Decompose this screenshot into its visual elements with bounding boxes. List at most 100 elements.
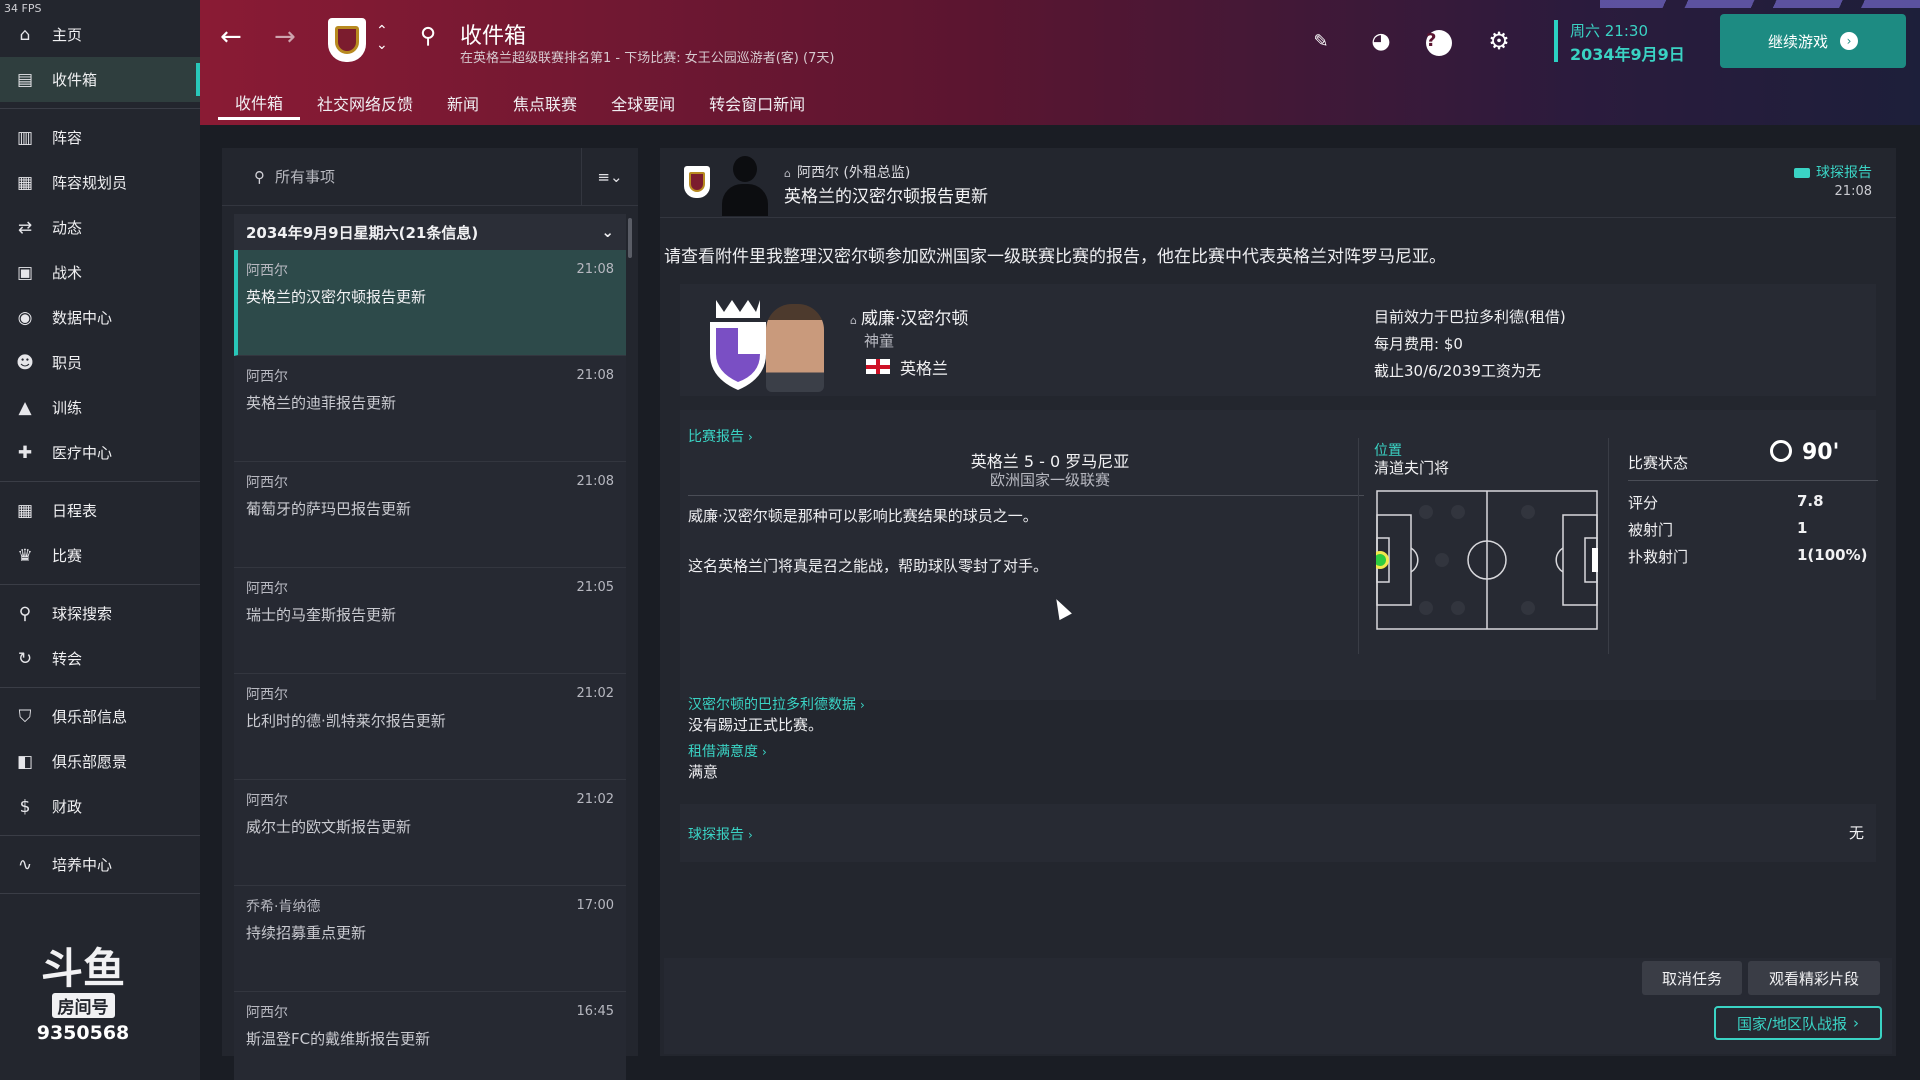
stat-row: 评分 7.8 xyxy=(1628,492,1878,513)
message-subject: 瑞士的马奎斯报告更新 xyxy=(246,606,397,624)
loan-satisfaction-link[interactable]: 租借满意度 › xyxy=(688,741,865,761)
logo-glyph: 斗鱼 xyxy=(40,944,125,993)
match-report-link[interactable]: 比赛报告 › xyxy=(688,426,753,446)
stat-value: 1(100%) xyxy=(1797,546,1868,564)
scout-report-value: 无 xyxy=(1848,824,1864,842)
message-subject: 英格兰的迪菲报告更新 xyxy=(246,394,397,412)
club-crest-icon[interactable] xyxy=(328,18,366,62)
nav-group: ∿ 培养中心 xyxy=(0,836,200,894)
list-filter-menu-icon[interactable]: ≡⌄ xyxy=(582,168,638,186)
sidebar-item-label: 财政 xyxy=(52,798,83,816)
watch-highlights-button[interactable]: 观看精彩片段 xyxy=(1748,961,1880,995)
national-team-report-button[interactable]: 国家/地区队战报 › xyxy=(1714,1006,1882,1040)
inbox-icon: ▤ xyxy=(16,69,34,90)
edit-pencil-icon[interactable]: ✎ xyxy=(1304,24,1338,58)
chevron-down-icon: ⌄ xyxy=(601,223,614,241)
list-scrollbar[interactable] xyxy=(628,218,632,258)
sidebar-item[interactable]: ▦ 阵容规划员 xyxy=(0,160,200,205)
chevron-right-icon: › xyxy=(860,698,865,712)
loan-satisfaction-text: 满意 xyxy=(688,763,719,781)
tab[interactable]: 转会窗口新闻 xyxy=(692,86,822,120)
loan-section: 汉密尔顿的巴拉多利德数据 › 没有踢过正式比赛。 租借满意度 › 满意 xyxy=(688,694,865,782)
sidebar-item-label: 职员 xyxy=(52,354,83,372)
loan-club-stats-link[interactable]: 汉密尔顿的巴拉多利德数据 › xyxy=(688,694,865,714)
social-globe-icon[interactable]: ◕ xyxy=(1364,24,1398,58)
player-fee-line: 每月费用: $0 xyxy=(1374,335,1463,353)
message-list-item[interactable]: 阿西尔 斯温登FC的戴维斯报告更新 16:45 xyxy=(234,992,626,1080)
sidebar-item[interactable]: $ 财政 xyxy=(0,784,200,829)
tab[interactable]: 新闻 xyxy=(430,86,496,120)
message-sender: 阿西尔 xyxy=(246,687,288,703)
player-face-photo xyxy=(766,304,824,392)
back-arrow-icon[interactable]: ← xyxy=(220,22,242,52)
sidebar-item[interactable]: ⌂ 主页 xyxy=(0,12,200,57)
message-time: 21:08 xyxy=(576,262,614,277)
nav-group: ▦ 日程表 ♛ 比赛 xyxy=(0,482,200,585)
message-subject: 斯温登FC的戴维斯报告更新 xyxy=(246,1030,431,1048)
sidebar-item[interactable]: ▲ 训练 xyxy=(0,385,200,430)
settings-gear-icon[interactable]: ⚙ xyxy=(1482,24,1516,58)
message-from[interactable]: ⌂ 阿西尔 (外租总监) xyxy=(784,162,910,182)
message-list-item[interactable]: 阿西尔 比利时的德·凯特莱尔报告更新 21:02 xyxy=(234,674,626,780)
training-cone-icon: ▲ xyxy=(18,397,32,418)
message-list-item[interactable]: 阿西尔 英格兰的迪菲报告更新 21:08 xyxy=(234,356,626,462)
page-title: 收件箱 xyxy=(460,24,527,49)
sidebar-item-label: 转会 xyxy=(52,650,83,668)
forward-arrow-icon[interactable]: → xyxy=(274,22,296,52)
player-nation: 英格兰 xyxy=(900,359,949,378)
divider xyxy=(688,495,1364,496)
nav-group: ⛉ 俱乐部信息 ◧ 俱乐部愿景 $ 财政 xyxy=(0,688,200,836)
inbox-tabs: 收件箱 社交网络反馈 新闻 焦点联赛 全球要闻 转会窗口新闻 xyxy=(218,86,822,120)
message-sender: 阿西尔 xyxy=(246,475,288,491)
sidebar-item-label: 比赛 xyxy=(52,547,83,565)
sidebar-item[interactable]: ♛ 比赛 xyxy=(0,533,200,578)
sidebar-item[interactable]: ▣ 战术 xyxy=(0,250,200,295)
tab[interactable]: 焦点联赛 xyxy=(496,86,594,120)
chevron-right-icon: › xyxy=(748,430,753,444)
message-list-item[interactable]: 阿西尔 瑞士的马奎斯报告更新 21:05 xyxy=(234,568,626,674)
nav-group: ⚲ 球探搜索 ↻ 转会 xyxy=(0,585,200,688)
search-input[interactable]: ⚲ 所有事项 xyxy=(222,148,582,205)
continue-game-button[interactable]: 继续游戏 › xyxy=(1720,14,1906,68)
sidebar-item[interactable]: ◧ 俱乐部愿景 xyxy=(0,739,200,784)
message-subject: 威尔士的欧文斯报告更新 xyxy=(246,818,412,836)
sidebar-item[interactable]: ▥ 阵容 xyxy=(0,115,200,160)
message-list-item[interactable]: 阿西尔 葡萄牙的萨玛巴报告更新 21:08 xyxy=(234,462,626,568)
message-list-item[interactable]: 乔希·肯纳德 持续招募重点更新 17:00 xyxy=(234,886,626,992)
sidebar-item[interactable]: ∿ 培养中心 xyxy=(0,842,200,887)
help-button[interactable]: ? xyxy=(1422,24,1456,58)
contact-icon: ⌂ xyxy=(850,314,857,327)
sidebar-item[interactable]: ✚ 医疗中心 xyxy=(0,430,200,475)
club-switch-chevrons-icon[interactable]: ⌃ ⌄ xyxy=(376,24,388,52)
match-report-card: 比赛报告 › 英格兰 5 - 0 罗马尼亚 欧洲国家一级联赛 威廉·汉密尔顿是那种… xyxy=(680,410,1878,700)
sidebar-item-label: 俱乐部信息 xyxy=(52,708,128,726)
cancel-task-button[interactable]: 取消任务 xyxy=(1642,961,1742,995)
tab[interactable]: 全球要闻 xyxy=(594,86,692,120)
sidebar-item[interactable]: ⇄ 动态 xyxy=(0,205,200,250)
calendar-icon: ▦ xyxy=(16,500,34,521)
sidebar-item[interactable]: ▦ 日程表 xyxy=(0,488,200,533)
sidebar-item[interactable]: ▤ 收件箱 xyxy=(0,57,200,102)
date-group-header[interactable]: 2034年9月9日星期六(21条信息) ⌄ xyxy=(234,214,626,250)
tab[interactable]: 收件箱 xyxy=(218,86,301,120)
scout-report-card: 球探报告 › 无 xyxy=(680,804,1876,862)
question-icon: ? xyxy=(1426,30,1452,56)
message-sender: 阿西尔 xyxy=(246,793,288,809)
inbox-list-panel: ⚲ 所有事项 ≡⌄ 2034年9月9日星期六(21条信息) ⌄ 阿西尔 英格兰的汉… xyxy=(222,148,638,1080)
sidebar-item[interactable]: ⛉ 俱乐部信息 xyxy=(0,694,200,739)
sidebar-item[interactable]: ⚲ 球探搜索 xyxy=(0,591,200,636)
player-name[interactable]: ⌂ 威廉·汉密尔顿 xyxy=(850,304,968,329)
competition-name: 欧洲国家一级联赛 xyxy=(989,471,1110,489)
message-list-item[interactable]: 阿西尔 威尔士的欧文斯报告更新 21:02 xyxy=(234,780,626,886)
current-day-time: 周六 21:30 xyxy=(1570,22,1648,40)
sidebar-item[interactable]: ↻ 转会 xyxy=(0,636,200,681)
scout-report-link[interactable]: 球探报告 › xyxy=(688,824,753,844)
sidebar-item[interactable]: ◉ 数据中心 xyxy=(0,295,200,340)
date-accent-bar xyxy=(1554,20,1558,62)
search-icon[interactable]: ⚲ xyxy=(420,24,436,49)
sidebar-item[interactable]: ☻ 职员 xyxy=(0,340,200,385)
stat-row: 被射门 1 xyxy=(1628,519,1878,540)
message-list-item[interactable]: 阿西尔 英格兰的汉密尔顿报告更新 21:08 xyxy=(234,250,626,356)
stat-value: 7.8 xyxy=(1797,492,1824,510)
tab[interactable]: 社交网络反馈 xyxy=(300,86,430,120)
